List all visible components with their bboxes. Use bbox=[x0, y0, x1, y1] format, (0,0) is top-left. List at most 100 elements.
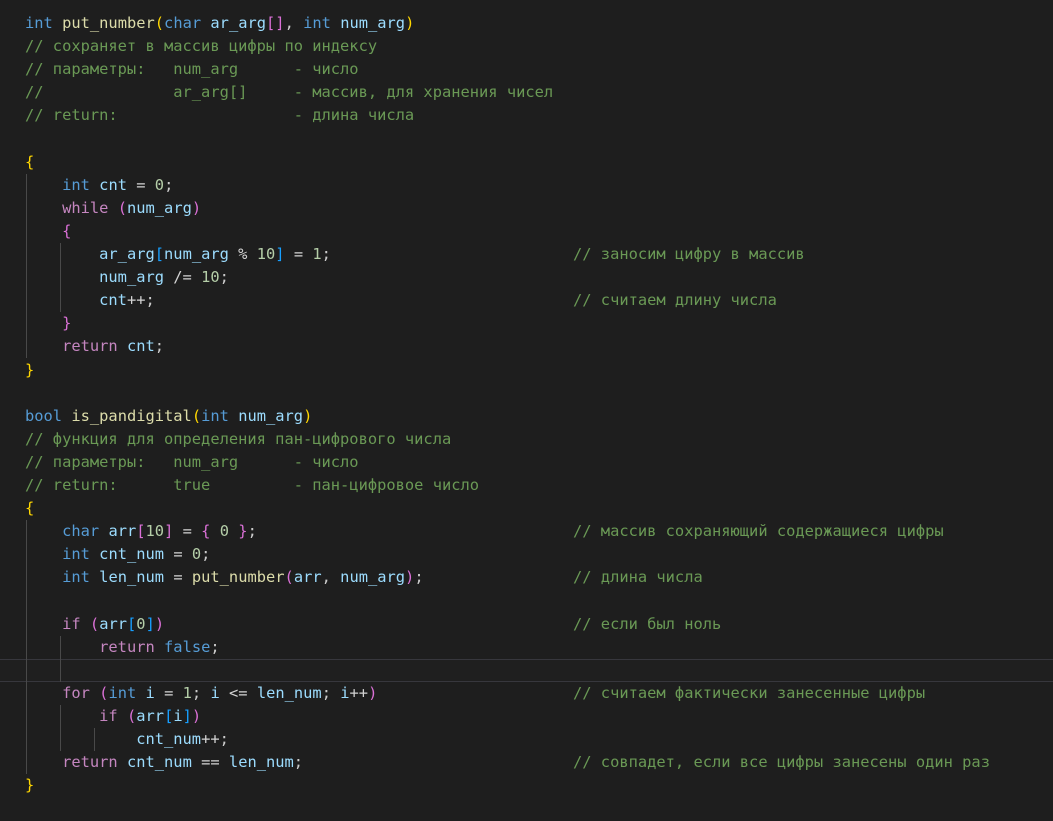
code-token: if bbox=[62, 614, 81, 633]
code-line[interactable]: ar_arg[num_arg % 10] = 1; // заносим цифр… bbox=[0, 243, 1053, 266]
code-line-content: ar_arg[num_arg % 10] = 1; bbox=[25, 243, 331, 266]
code-line-content: if (arr[0]) bbox=[25, 613, 164, 636]
code-token: while bbox=[62, 198, 109, 217]
code-line-content: { bbox=[25, 220, 71, 243]
code-token: ; bbox=[293, 753, 304, 772]
code-line[interactable]: // return: true - пан-цифровое число bbox=[0, 474, 1053, 497]
code-line[interactable] bbox=[0, 382, 1053, 405]
code-token: 1 bbox=[312, 245, 322, 263]
code-line-content: int put_number(char ar_arg[], int num_ar… bbox=[25, 12, 414, 35]
code-token: num_arg bbox=[340, 14, 406, 32]
code-line[interactable]: return cnt; bbox=[0, 335, 1053, 358]
code-token: 0 bbox=[219, 522, 230, 541]
code-line[interactable]: { bbox=[0, 497, 1053, 520]
code-line[interactable]: int put_number(char ar_arg[], int num_ar… bbox=[0, 12, 1053, 35]
code-token: % bbox=[228, 245, 257, 263]
trailing-comment: // считаем длину числа bbox=[573, 291, 777, 310]
code-token: // return: true - пан-цифровое число bbox=[25, 476, 480, 494]
code-line[interactable]: cnt++; // считаем длину числа bbox=[0, 289, 1053, 312]
code-editor[interactable]: int put_number(char ar_arg[], int num_ar… bbox=[0, 0, 1053, 821]
code-line[interactable]: int cnt_num = 0; bbox=[0, 543, 1053, 566]
code-token: 10 bbox=[256, 245, 276, 263]
code-line-content: char arr[10] = { 0 }; bbox=[25, 520, 257, 543]
code-token: [] bbox=[266, 14, 285, 32]
code-line[interactable]: // функция для определения пан-цифрового… bbox=[0, 428, 1053, 451]
code-line-content: cnt_num++; bbox=[25, 728, 229, 751]
code-token: ar_arg bbox=[99, 245, 155, 263]
code-token: { bbox=[25, 152, 35, 171]
code-surface[interactable]: int put_number(char ar_arg[], int num_ar… bbox=[0, 0, 1053, 821]
code-line[interactable]: } bbox=[0, 312, 1053, 335]
code-line[interactable]: while (num_arg) bbox=[0, 197, 1053, 220]
code-line[interactable]: { bbox=[0, 220, 1053, 243]
code-line-content: } bbox=[25, 312, 71, 335]
code-token: 0 bbox=[154, 175, 165, 194]
code-line[interactable] bbox=[0, 128, 1053, 151]
code-token: ; bbox=[247, 522, 257, 541]
code-line[interactable]: return false; bbox=[0, 636, 1053, 659]
trailing-comment: // заносим цифру в массив bbox=[573, 245, 805, 263]
code-token: ; bbox=[321, 245, 331, 263]
code-token: ) bbox=[191, 707, 202, 725]
code-token: ; bbox=[414, 568, 424, 587]
code-token: num_arg bbox=[126, 198, 192, 217]
code-line[interactable]: // параметры: num_arg - число bbox=[0, 451, 1053, 474]
code-line-content: int cnt = 0; bbox=[25, 174, 173, 197]
code-token: cnt bbox=[99, 175, 127, 194]
code-line-content: return false; bbox=[25, 636, 220, 659]
code-token: ; bbox=[201, 545, 211, 564]
code-line[interactable] bbox=[0, 590, 1053, 613]
code-token: ; bbox=[219, 730, 229, 749]
code-line-content: int len_num = put_number(arr, num_arg); bbox=[25, 566, 424, 589]
code-token: for bbox=[62, 683, 90, 702]
code-line[interactable]: cnt_num++; bbox=[0, 728, 1053, 751]
code-line[interactable]: // сохраняет в массив цифры по индексу bbox=[0, 35, 1053, 58]
code-token: ) bbox=[303, 406, 313, 425]
code-line[interactable]: num_arg /= 10; bbox=[0, 266, 1053, 289]
code-token: num_arg bbox=[340, 568, 406, 587]
code-token: } bbox=[25, 776, 35, 795]
code-line[interactable]: for (int i = 1; i <= len_num; i++) // счи… bbox=[0, 682, 1053, 705]
code-line-content: // параметры: num_arg - число bbox=[25, 58, 359, 81]
code-token: num_arg bbox=[238, 406, 304, 425]
code-token: 10 bbox=[145, 522, 165, 541]
code-line-content: // функция для определения пан-цифрового… bbox=[25, 428, 451, 451]
code-line[interactable]: int len_num = put_number(arr, num_arg); /… bbox=[0, 566, 1053, 589]
code-line[interactable]: // ar_arg[] - массив, для хранения чисел bbox=[0, 81, 1053, 104]
code-token: == bbox=[191, 753, 229, 772]
code-line[interactable]: int cnt = 0; bbox=[0, 174, 1053, 197]
code-token: ( bbox=[284, 568, 294, 587]
code-line[interactable]: // параметры: num_arg - число bbox=[0, 58, 1053, 81]
code-line[interactable]: // return: - длина числа bbox=[0, 104, 1053, 127]
trailing-comment: // совпадет, если все цифры занесены оди… bbox=[573, 753, 990, 772]
code-token: /= bbox=[164, 268, 202, 287]
code-token: ar_arg bbox=[210, 14, 267, 32]
code-line[interactable]: bool is_pandigital(int num_arg) bbox=[0, 405, 1053, 428]
code-line[interactable]: return cnt_num == len_num; // совпадет, е… bbox=[0, 751, 1053, 774]
code-token: [ bbox=[154, 245, 165, 263]
code-token: cnt_num bbox=[99, 545, 165, 564]
code-token: // функция для определения пан-цифрового… bbox=[25, 429, 452, 448]
code-token: ( bbox=[126, 707, 137, 725]
code-line-content: return cnt; bbox=[25, 335, 164, 358]
code-line[interactable]: } bbox=[0, 774, 1053, 797]
code-line[interactable]: if (arr[0]) // если был ноль bbox=[0, 613, 1053, 636]
code-token: num_arg bbox=[164, 245, 229, 263]
code-line[interactable]: } bbox=[0, 359, 1053, 382]
code-token: ) bbox=[191, 198, 202, 217]
code-line[interactable]: if (arr[i]) bbox=[0, 705, 1053, 728]
code-token: // параметры: num_arg - число bbox=[25, 452, 359, 471]
code-line[interactable]: char arr[10] = { 0 }; // массив сохраняющ… bbox=[0, 520, 1053, 543]
code-token: len_num bbox=[99, 568, 165, 587]
code-token: arr bbox=[108, 522, 137, 541]
code-line[interactable]: { bbox=[0, 151, 1053, 174]
code-line[interactable] bbox=[0, 659, 1053, 682]
